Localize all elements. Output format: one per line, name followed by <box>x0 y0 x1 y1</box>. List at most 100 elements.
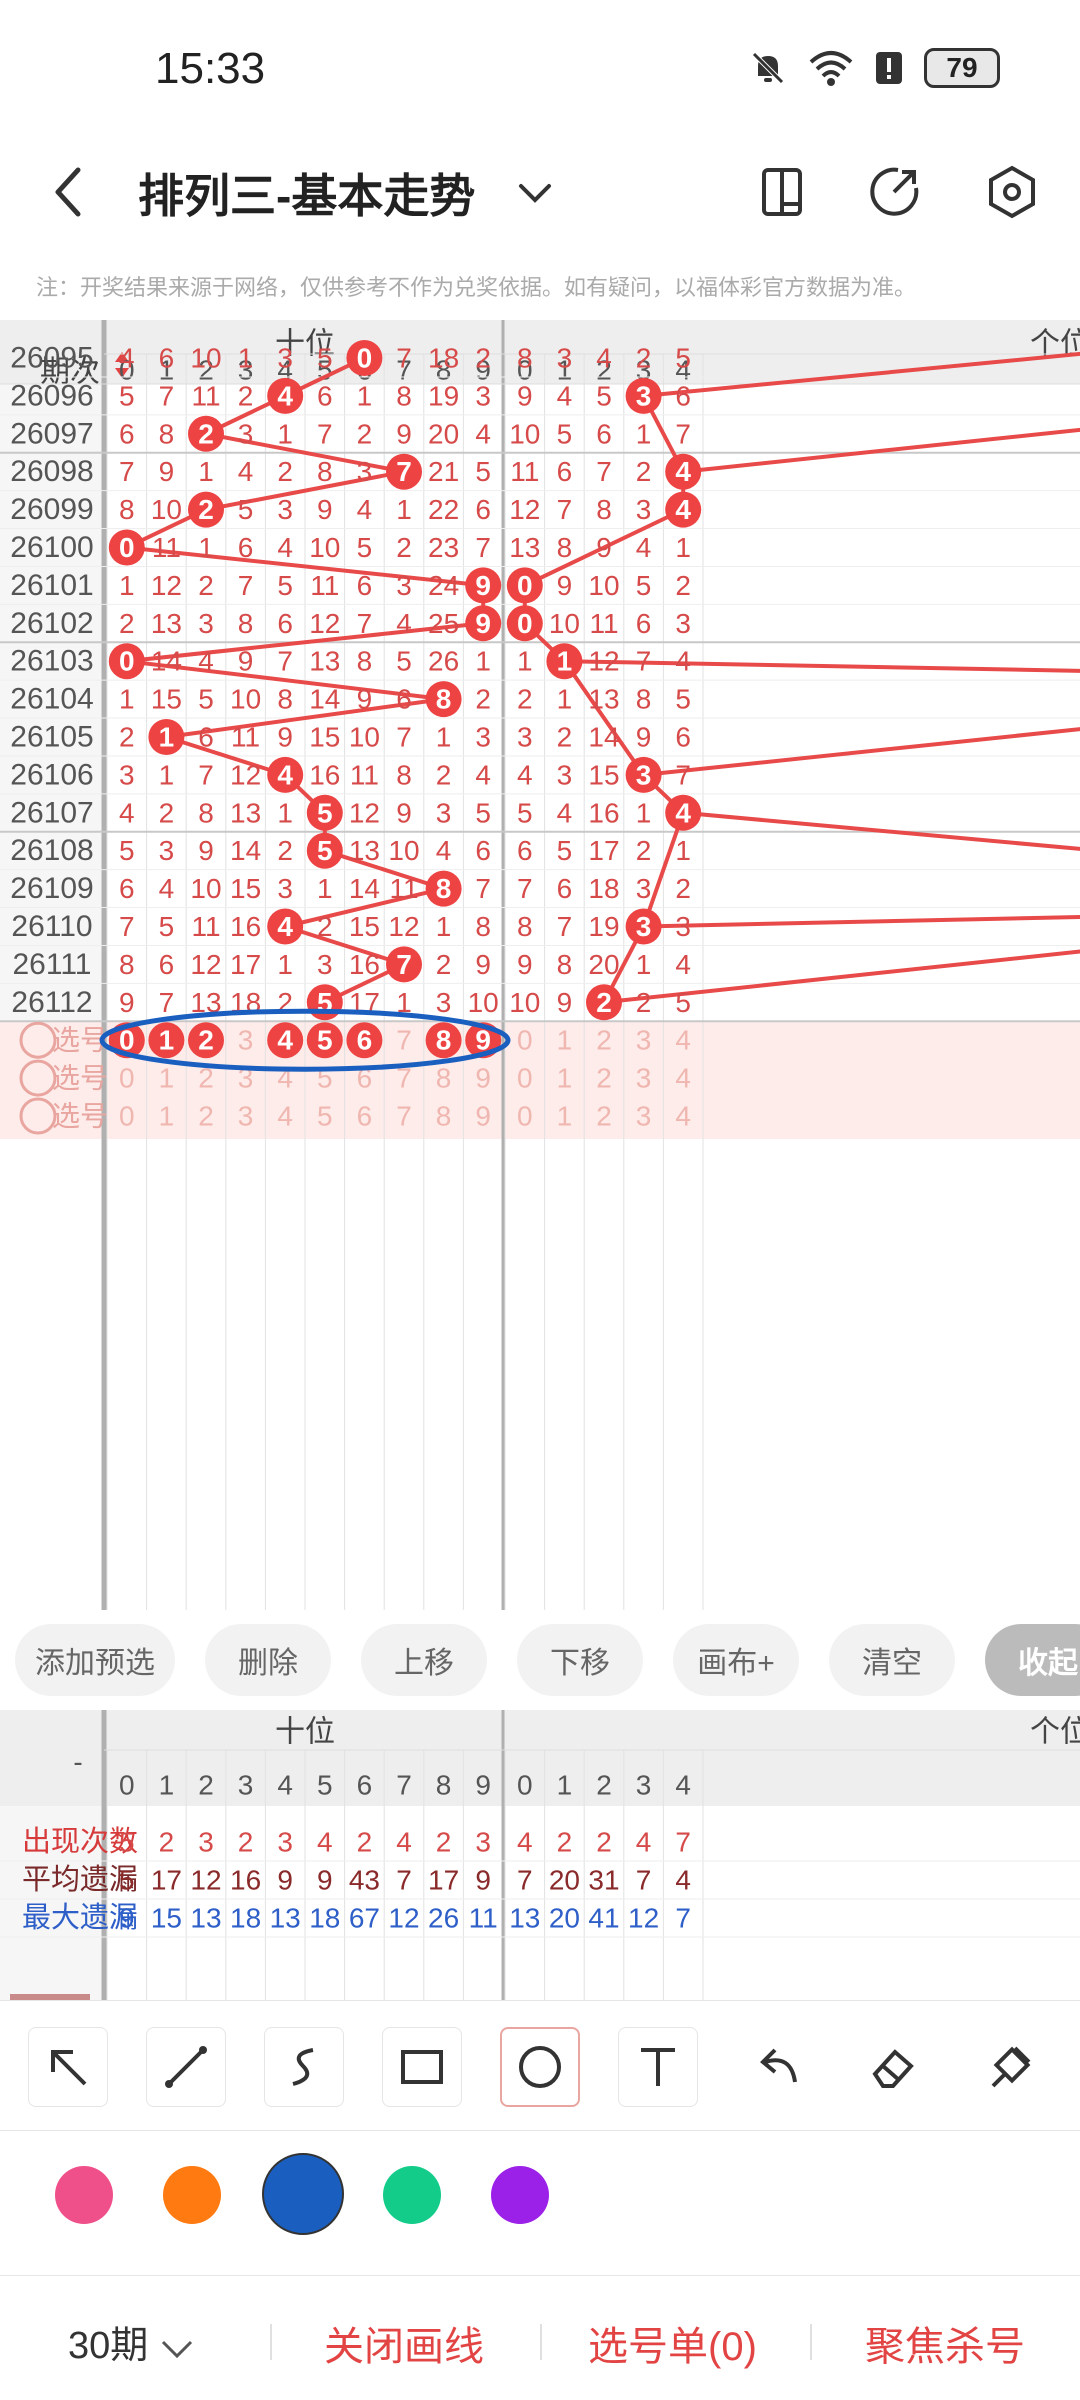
miss-cell: 4 <box>636 532 652 563</box>
miss-cell: 7 <box>557 494 573 525</box>
stats-cell: 41 <box>588 1903 619 1934</box>
hit-ball-number: 1 <box>557 646 573 677</box>
miss-cell: 5 <box>317 343 333 374</box>
miss-cell: 5 <box>675 343 691 374</box>
miss-cell: 8 <box>475 911 491 942</box>
miss-cell: 5 <box>159 911 175 942</box>
settings-icon[interactable] <box>982 162 1042 222</box>
period-cell: 26099 <box>10 493 93 526</box>
action-button[interactable]: 清空 <box>829 1624 955 1696</box>
layout-icon[interactable] <box>754 162 814 222</box>
close-lines-button[interactable]: 关闭画线 <box>324 2314 484 2372</box>
miss-cell: 1 <box>277 797 293 828</box>
select-label: 选号 <box>52 1101 108 1132</box>
period-cell: 26105 <box>10 721 93 754</box>
action-button[interactable]: 收起 <box>985 1624 1080 1696</box>
period-selector[interactable]: 30期 <box>68 2314 195 2369</box>
chevron-down-icon[interactable] <box>515 168 555 218</box>
miss-cell: 2 <box>119 722 135 753</box>
digit-header: 4 <box>277 1770 293 1801</box>
rectangle-tool-icon[interactable] <box>382 2027 462 2107</box>
selected-ball-number: 4 <box>277 1025 293 1056</box>
miss-cell: 9 <box>396 418 412 449</box>
miss-cell: 2 <box>436 759 452 790</box>
digit-header: 4 <box>675 1770 691 1801</box>
stats-cell: 2 <box>357 1827 373 1858</box>
color-swatch-blue-selected[interactable] <box>262 2153 344 2235</box>
page-title[interactable]: 排列三-基本走势 <box>138 160 475 226</box>
selected-ball-number: 1 <box>159 1025 175 1056</box>
miss-cell: 10 <box>309 532 340 563</box>
color-swatch-green[interactable] <box>383 2166 441 2224</box>
line-tool-icon[interactable] <box>146 2027 226 2107</box>
digit-header: 1 <box>159 1770 175 1801</box>
curve-tool-icon[interactable] <box>264 2027 344 2107</box>
arrow-tool-icon[interactable] <box>28 2027 108 2107</box>
miss-cell: 2 <box>675 570 691 601</box>
stats-cell: 9 <box>119 1903 135 1934</box>
focus-kill-button[interactable]: 聚焦杀号 <box>865 2314 1025 2372</box>
undo-icon[interactable] <box>736 2027 816 2107</box>
stats-grid: -十位 个位0 1 2 3 4 5 6 7 8 9 0 1 2 3 4出现次数5 2 3 2 3 4 2 4 2 3 4 2 2 4 7平… <box>0 1710 1080 2000</box>
miss-cell: 14 <box>230 835 261 866</box>
miss-cell: 10 <box>509 418 540 449</box>
hit-ball-number: 8 <box>436 873 452 904</box>
miss-cell: 7 <box>159 380 175 411</box>
circle-tool-icon[interactable] <box>500 2027 580 2107</box>
divider <box>540 2324 542 2360</box>
select-digit: 3 <box>636 1025 652 1056</box>
miss-cell: 1 <box>119 684 135 715</box>
color-swatch-orange[interactable] <box>163 2166 221 2224</box>
miss-cell: 11 <box>389 873 418 904</box>
hit-ball-number: 4 <box>277 759 293 790</box>
miss-cell: 7 <box>557 911 573 942</box>
miss-cell: 3 <box>277 873 293 904</box>
miss-cell: 9 <box>517 949 533 980</box>
period-cell: 26095 <box>10 342 93 375</box>
clear-brush-icon[interactable] <box>970 2027 1050 2107</box>
miss-cell: 1 <box>636 949 652 980</box>
miss-cell: 8 <box>277 684 293 715</box>
miss-cell: 26 <box>428 646 459 677</box>
action-button[interactable]: 上移 <box>361 1624 487 1696</box>
trend-grid[interactable]: 期次十位个位0123456789012342609546101350718283… <box>0 320 1080 1610</box>
selected-ball-number: 6 <box>357 1025 373 1056</box>
miss-cell: 19 <box>428 380 459 411</box>
miss-cell: 10 <box>349 722 380 753</box>
select-digit: 1 <box>557 1063 573 1094</box>
period-cell: 26108 <box>10 834 93 867</box>
action-button[interactable]: 画布+ <box>673 1624 799 1696</box>
miss-cell: 11 <box>589 608 618 639</box>
miss-cell: 11 <box>191 380 220 411</box>
miss-cell: 16 <box>349 949 380 980</box>
miss-cell: 2 <box>277 835 293 866</box>
color-swatch-purple[interactable] <box>491 2166 549 2224</box>
stats-cell: 18 <box>230 1903 261 1934</box>
action-button[interactable]: 删除 <box>205 1624 331 1696</box>
eraser-icon[interactable] <box>852 2027 932 2107</box>
miss-cell: 4 <box>357 494 373 525</box>
hit-ball-number: 8 <box>436 684 452 715</box>
stats-cell: 7 <box>517 1865 533 1896</box>
selection-list-button[interactable]: 选号单(0) <box>588 2314 757 2372</box>
color-swatch-pink[interactable] <box>55 2166 113 2224</box>
stats-row: 平均遗漏5 17 12 16 9 9 43 7 17 9 7 20 31 7 4 <box>0 1863 1080 1900</box>
period-cell: 26104 <box>10 683 93 716</box>
share-icon[interactable] <box>864 162 924 222</box>
miss-cell: 8 <box>119 949 135 980</box>
stats-cell: 43 <box>349 1865 380 1896</box>
miss-cell: 3 <box>238 418 254 449</box>
action-button[interactable]: 添加预选 <box>15 1624 175 1696</box>
hit-ball-number: 3 <box>636 759 652 790</box>
miss-cell: 1 <box>277 418 293 449</box>
trend-chart: 期次十位个位0123456789012342609546101350718283… <box>0 320 1080 1610</box>
miss-cell: 2 <box>636 987 652 1018</box>
text-tool-icon[interactable] <box>618 2027 698 2107</box>
action-button[interactable]: 下移 <box>517 1624 643 1696</box>
hit-ball-number: 0 <box>517 608 533 639</box>
miss-cell: 9 <box>557 987 573 1018</box>
miss-cell: 4 <box>277 532 293 563</box>
back-arrow-icon[interactable] <box>40 162 100 222</box>
stats-cell: 5 <box>119 1865 135 1896</box>
miss-cell: 2 <box>396 532 412 563</box>
